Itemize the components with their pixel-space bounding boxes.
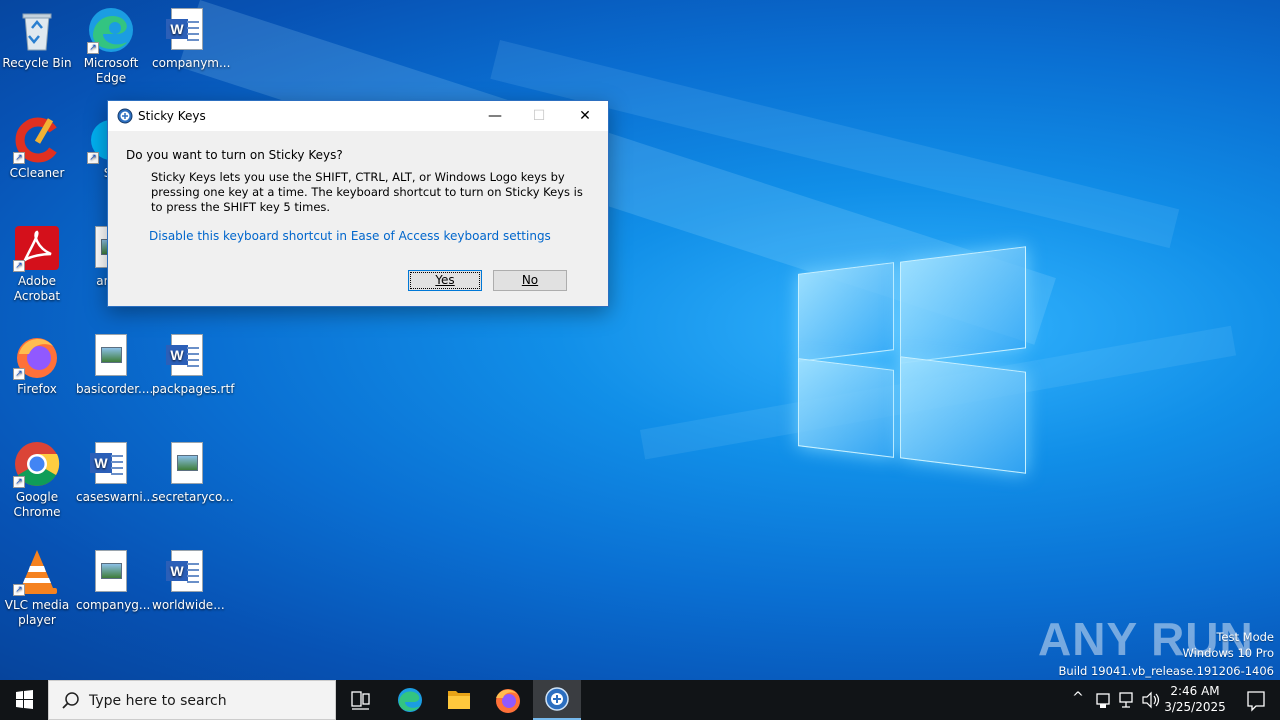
search-icon xyxy=(61,691,81,714)
ease-of-access-icon xyxy=(117,108,133,124)
shortcut-arrow-icon: ↗ xyxy=(13,476,25,488)
dialog-title: Sticky Keys xyxy=(138,109,206,123)
desktop-icon-ccleaner[interactable]: ↗ CCleaner xyxy=(0,116,74,181)
yes-button[interactable]: Yes xyxy=(408,270,482,291)
desktop-icon-companyg[interactable]: companyg... xyxy=(74,548,151,613)
test-mode-text: Test Mode xyxy=(1216,630,1274,644)
build-number-text: Build 19041.vb_release.191206-1406 xyxy=(1058,664,1274,678)
word-document-icon: W xyxy=(163,6,211,54)
dialog-question: Do you want to turn on Sticky Keys? xyxy=(126,148,343,162)
desktop-icon-companym[interactable]: W companym... xyxy=(150,6,231,71)
sticky-keys-dialog: Sticky Keys — ☐ ✕ Do you want to turn on… xyxy=(107,100,609,307)
shortcut-arrow-icon: ↗ xyxy=(13,584,25,596)
shortcut-arrow-icon: ↗ xyxy=(13,152,25,164)
shortcut-arrow-icon: ↗ xyxy=(13,368,25,380)
desktop-icon-label: basicorder.... xyxy=(76,382,154,396)
desktop-icon-firefox[interactable]: ↗ Firefox xyxy=(0,332,74,397)
no-button[interactable]: No xyxy=(493,270,567,291)
desktop-icon-caseswarni[interactable]: W caseswarni... xyxy=(74,440,155,505)
taskbar-search-box[interactable]: Type here to search xyxy=(48,680,336,720)
desktop-icon-worldwide[interactable]: W worldwide... xyxy=(150,548,225,613)
desktop-icon-google-chrome[interactable]: ↗ Google Chrome xyxy=(0,440,74,520)
tray-device-icon[interactable] xyxy=(1092,680,1114,720)
desktop-icon-label: caseswarni... xyxy=(76,490,155,504)
desktop-icon-label: packpages.rtf xyxy=(152,382,235,396)
desktop-icon-label: Google Chrome xyxy=(13,490,61,519)
disable-shortcut-link[interactable]: Disable this keyboard shortcut in Ease o… xyxy=(149,229,551,243)
tray-network-icon[interactable] xyxy=(1116,680,1138,720)
clock-date: 3/25/2025 xyxy=(1164,700,1226,714)
vlc-icon: ↗ xyxy=(13,548,61,596)
word-document-icon: W xyxy=(87,440,135,488)
taskbar-edge[interactable] xyxy=(386,680,434,720)
image-document-icon xyxy=(87,548,135,596)
image-document-icon xyxy=(87,332,135,380)
folder-icon xyxy=(448,691,470,709)
shortcut-arrow-icon: ↗ xyxy=(87,152,99,164)
task-view-button[interactable] xyxy=(336,680,384,720)
network-icon xyxy=(1119,692,1133,708)
usb-device-icon xyxy=(1096,693,1110,708)
firefox-icon xyxy=(496,689,520,713)
desktop-icon-secretaryco[interactable]: secretaryco... xyxy=(150,440,234,505)
taskbar-firefox[interactable] xyxy=(484,680,532,720)
edge-icon xyxy=(398,688,422,712)
taskbar-file-explorer[interactable] xyxy=(435,680,483,720)
image-document-icon xyxy=(163,440,211,488)
desktop-icon-label: Recycle Bin xyxy=(2,56,72,70)
desktop-icon-microsoft-edge[interactable]: ↗ Microsoft Edge xyxy=(74,6,148,86)
windows-edition-text: Windows 10 Pro xyxy=(1182,646,1274,660)
desktop-icon-label: worldwide... xyxy=(152,598,225,612)
windows-logo-wallpaper xyxy=(790,240,1030,480)
desktop-icon-label: companyg... xyxy=(76,598,151,612)
taskbar: Type here to search ^ 2:46 AM 3/25/2025 xyxy=(0,680,1280,720)
desktop-icon-vlc[interactable]: ↗ VLC media player xyxy=(0,548,74,628)
desktop-icon-label: Adobe Acrobat xyxy=(13,274,61,303)
dialog-titlebar[interactable]: Sticky Keys — ☐ ✕ xyxy=(108,101,608,131)
desktop-icon-label: companym... xyxy=(152,56,231,70)
desktop-icon-label: VLC media player xyxy=(4,598,70,627)
tray-overflow-chevron[interactable]: ^ xyxy=(1068,690,1088,720)
taskbar-clock[interactable]: 2:46 AM 3/25/2025 xyxy=(1160,683,1230,715)
tray-volume-icon[interactable] xyxy=(1140,680,1162,720)
desktop-icon-basicorder[interactable]: basicorder.... xyxy=(74,332,154,397)
volume-icon xyxy=(1142,691,1160,709)
start-button[interactable] xyxy=(0,680,48,720)
task-view-icon xyxy=(351,691,370,710)
search-placeholder: Type here to search xyxy=(89,693,227,709)
action-center-button[interactable] xyxy=(1232,680,1280,720)
desktop-icon-packpages[interactable]: W packpages.rtf xyxy=(150,332,235,397)
notification-icon xyxy=(1247,691,1265,712)
desktop-icon-label: secretaryco... xyxy=(152,490,234,504)
ccleaner-icon: ↗ xyxy=(13,116,61,164)
desktop-icon-adobe-acrobat[interactable]: ↗ Adobe Acrobat xyxy=(0,224,74,304)
edge-icon: ↗ xyxy=(87,6,135,54)
windows-start-icon xyxy=(16,690,33,709)
ease-of-access-icon xyxy=(545,687,569,711)
recycle-bin-icon xyxy=(13,6,61,54)
desktop-icon-label: CCleaner xyxy=(9,166,65,180)
dialog-body-text: Sticky Keys lets you use the SHIFT, CTRL… xyxy=(151,170,583,214)
close-button[interactable]: ✕ xyxy=(562,101,608,131)
shortcut-arrow-icon: ↗ xyxy=(87,42,99,54)
desktop-icon-label: Microsoft Edge xyxy=(83,56,139,85)
desktop-icon-recycle-bin[interactable]: Recycle Bin xyxy=(0,6,74,71)
minimize-button[interactable]: — xyxy=(472,101,518,131)
desktop: Recycle Bin ↗ CCleaner ↗ Adobe Acrobat ↗… xyxy=(0,0,1280,680)
shortcut-arrow-icon: ↗ xyxy=(13,260,25,272)
word-document-icon: W xyxy=(163,332,211,380)
firefox-icon: ↗ xyxy=(13,332,61,380)
acrobat-icon: ↗ xyxy=(13,224,61,272)
clock-time: 2:46 AM xyxy=(1170,684,1220,698)
word-document-icon: W xyxy=(163,548,211,596)
maximize-button[interactable]: ☐ xyxy=(516,101,562,131)
chrome-icon: ↗ xyxy=(13,440,61,488)
desktop-icon-label: Firefox xyxy=(17,382,57,396)
taskbar-sticky-keys[interactable] xyxy=(533,680,581,720)
